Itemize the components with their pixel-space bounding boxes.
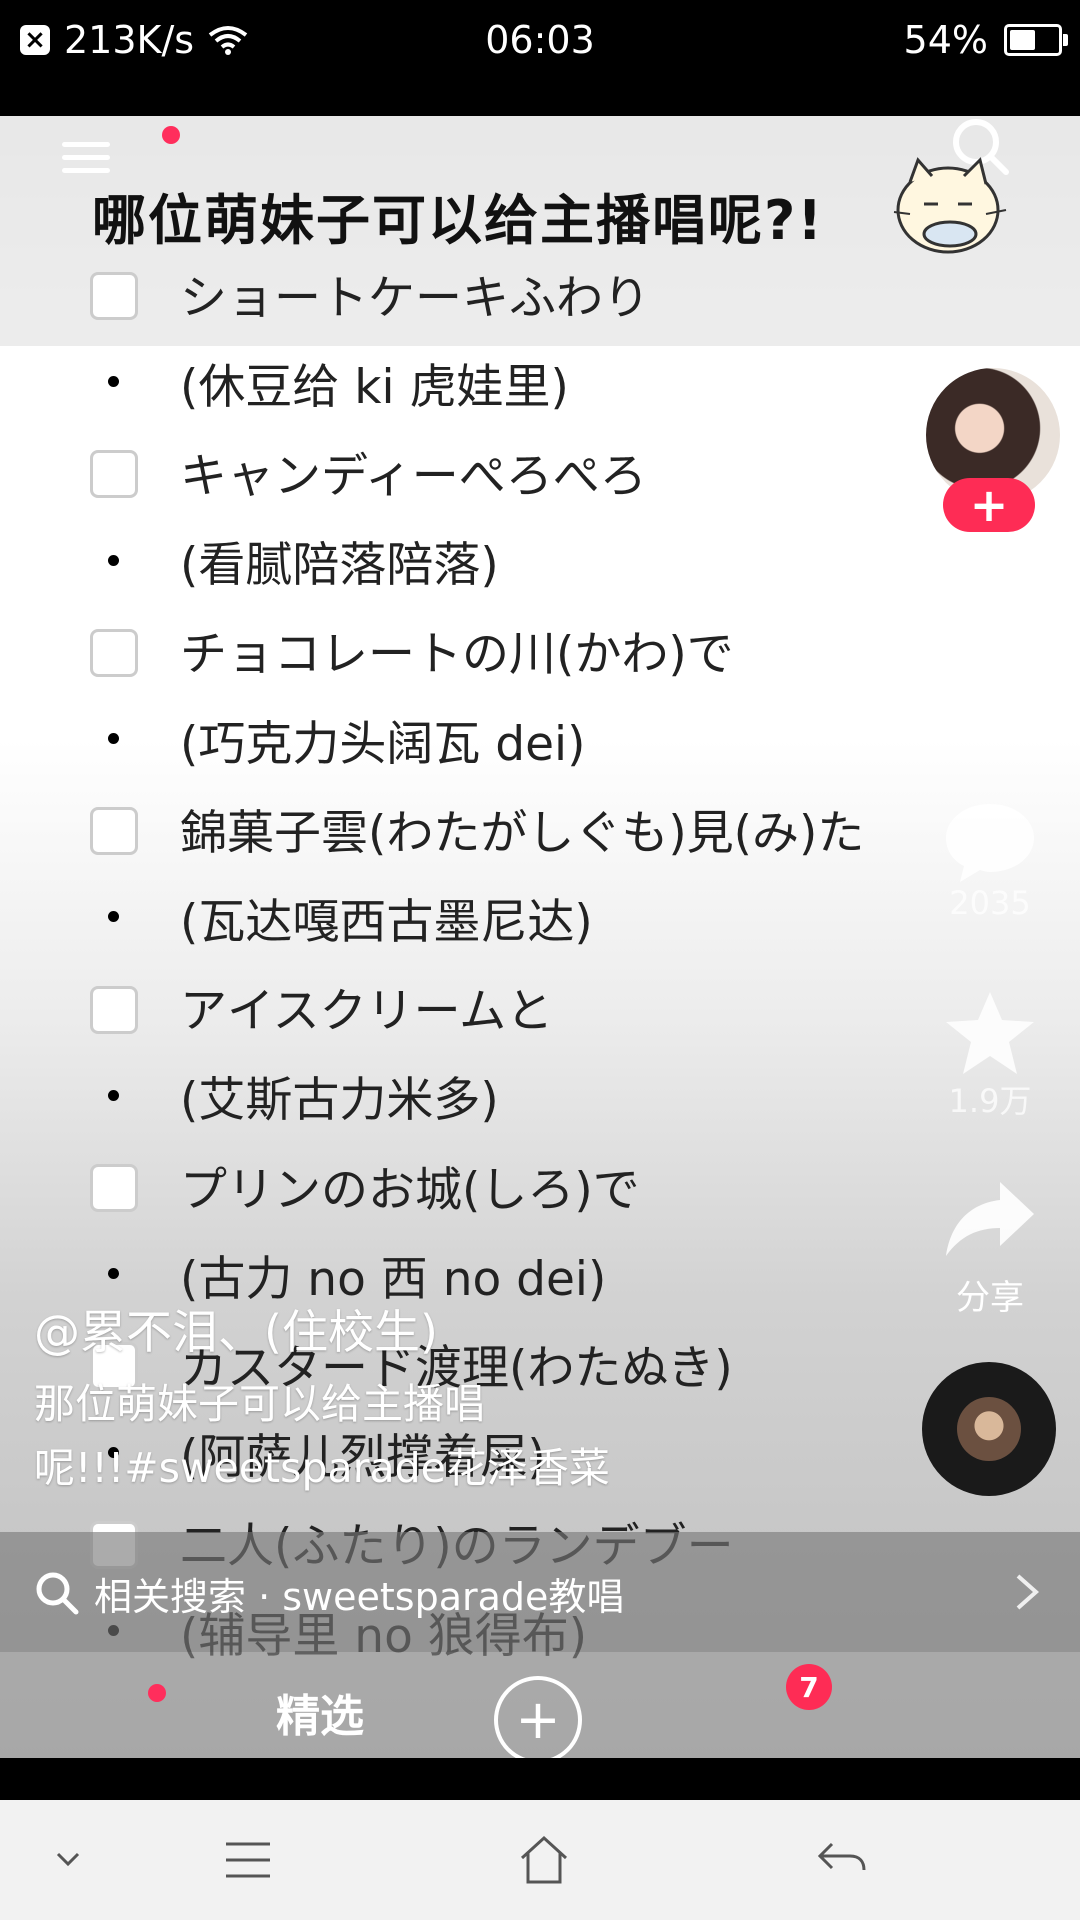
create-button[interactable]: + (494, 1676, 582, 1758)
lyric-bullet (108, 554, 119, 566)
lyric-bullet (108, 1089, 119, 1101)
video-player[interactable]: 哪位萌妹子可以给主播唱呢?! ショートケーキふわり (休豆给 ki 虎娃里) キャン… (0, 116, 1080, 1758)
comment-icon[interactable] (940, 798, 1040, 888)
lyric-checkbox[interactable] (90, 807, 138, 856)
lyric-checkbox[interactable] (90, 450, 138, 499)
battery-percent: 54% (903, 18, 988, 62)
lyric-text: (看腻陪落陪落) (180, 538, 499, 594)
lyric-checkbox[interactable] (90, 985, 138, 1034)
chevron-down-icon[interactable] (50, 1830, 86, 1890)
home-notification-dot (148, 1684, 166, 1702)
menu-icon[interactable] (62, 126, 180, 180)
music-cover (957, 1397, 1021, 1461)
menu-lines-icon[interactable] (222, 1830, 274, 1890)
tab-featured[interactable]: 精选 (276, 1680, 364, 1744)
lyric-text: (休豆给 ki 虎娃里) (180, 359, 569, 415)
lyric-bullet (108, 376, 119, 388)
system-nav-bar (0, 1800, 1080, 1920)
lyric-text: チョコレートの川(かわ)で (180, 627, 734, 683)
lyric-text: アイスクリームと (180, 984, 554, 1040)
search-icon (36, 1572, 79, 1615)
battery-fill (1010, 30, 1035, 50)
lyric-checkbox[interactable] (90, 628, 138, 677)
lyric-bullet (108, 911, 119, 923)
lyric-text: ショートケーキふわり (180, 270, 650, 326)
status-right: 54% (903, 18, 1068, 62)
lyric-text: (巧克力头阔瓦 dei) (180, 716, 586, 772)
lyric-bullet (108, 1268, 119, 1280)
share-icon[interactable] (940, 1174, 1040, 1264)
home-icon[interactable] (516, 1830, 572, 1890)
related-search-text: 相关搜索 · sweetsparade教唱 (94, 1575, 625, 1619)
favorite-count: 1.9万 (948, 1082, 1032, 1120)
status-bar: × 213K/s 06:03 54% (0, 0, 1080, 116)
message-badge: 7 (786, 1664, 832, 1710)
related-search-bar[interactable]: 相关搜索 · sweetsparade教唱 (0, 1532, 1080, 1652)
battery-icon (1004, 24, 1068, 56)
lyric-checkbox[interactable] (90, 272, 138, 320)
back-icon[interactable] (814, 1830, 868, 1890)
lyric-text: (瓦达嘎西古墨尼达) (180, 894, 593, 950)
video-headline: 哪位萌妹子可以给主播唱呢?! (92, 189, 824, 252)
heart-icon[interactable] (940, 606, 1040, 696)
lyric-text: キャンディーぺろぺろ (180, 448, 647, 504)
share-label: 分享 (956, 1278, 1024, 1318)
bottom-tab-bar: 精选 + 7 (0, 1652, 1080, 1758)
notification-dot (162, 126, 180, 144)
music-record-icon[interactable] (922, 1362, 1056, 1496)
comment-count: 2035 (949, 884, 1031, 922)
chevron-right-icon (1016, 1574, 1040, 1610)
lyric-checkbox[interactable] (90, 1164, 138, 1212)
lyric-text: プリンのお城(しろ)で (180, 1162, 640, 1218)
video-description: 那位萌妹子可以给主播唱呢!!!#sweetsparade花泽香菜 (34, 1380, 610, 1492)
follow-button[interactable]: + (943, 478, 1035, 532)
star-icon[interactable] (940, 988, 1040, 1078)
author-name[interactable]: @累不泪、(住校生) (34, 1296, 438, 1362)
lyric-bullet (108, 733, 119, 744)
cat-sticker-icon (893, 157, 1007, 254)
lyric-text: 錦菓子雲(わたがしぐも)見(み)た (180, 805, 865, 861)
lyric-text: (艾斯古力米多) (180, 1073, 499, 1129)
like-count: 4.3万 (948, 696, 1032, 734)
